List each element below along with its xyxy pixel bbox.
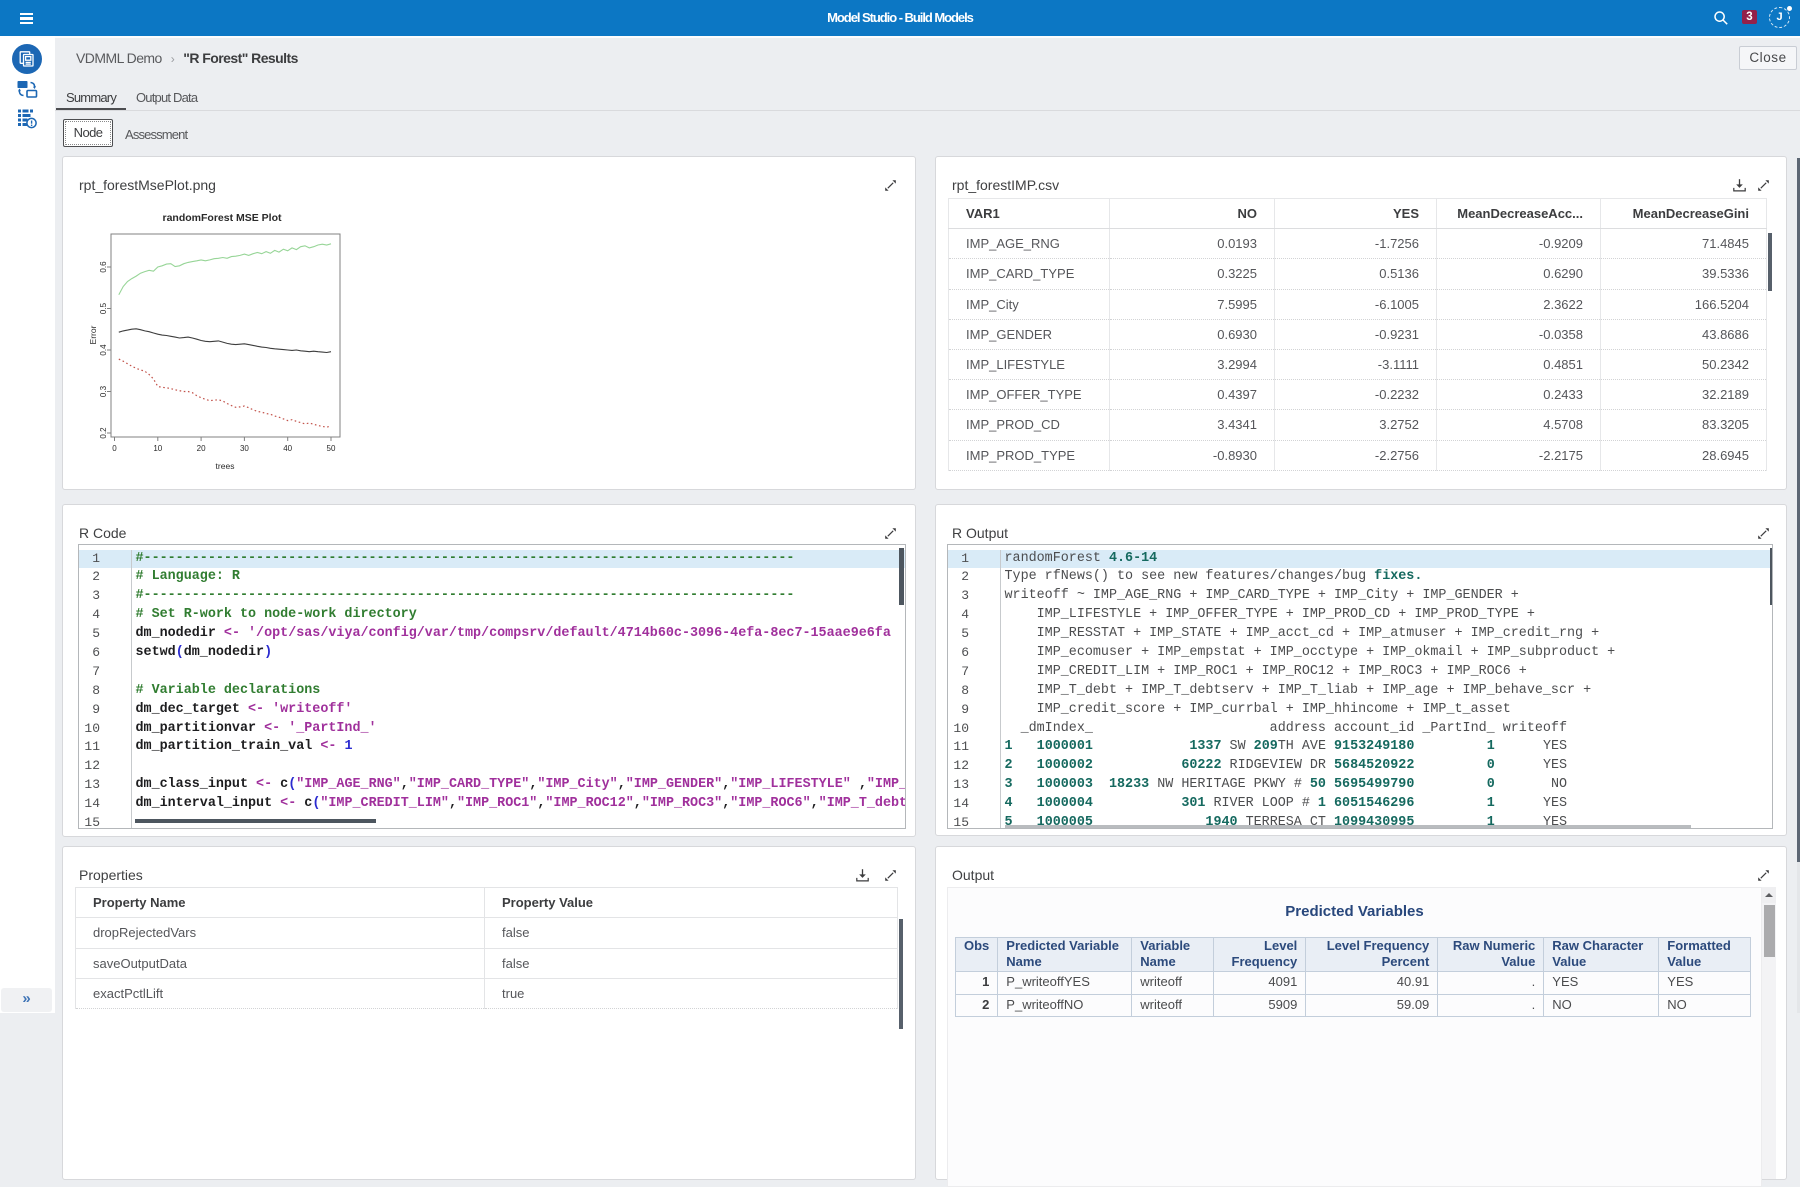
svg-text:30: 30: [240, 444, 249, 453]
svg-text:0.4: 0.4: [99, 344, 108, 356]
svg-text:0.3: 0.3: [99, 385, 108, 397]
svg-text:trees: trees: [216, 461, 235, 471]
svg-text:10: 10: [153, 444, 162, 453]
svg-text:randomForest MSE Plot: randomForest MSE Plot: [162, 212, 282, 224]
svg-text:0: 0: [112, 444, 117, 453]
svg-text:0.2: 0.2: [99, 427, 108, 439]
svg-text:40: 40: [283, 444, 292, 453]
svg-text:0.6: 0.6: [99, 261, 108, 273]
svg-text:0.5: 0.5: [99, 302, 108, 314]
svg-text:20: 20: [197, 444, 206, 453]
svg-text:Error: Error: [88, 325, 98, 344]
svg-text:50: 50: [327, 444, 336, 453]
